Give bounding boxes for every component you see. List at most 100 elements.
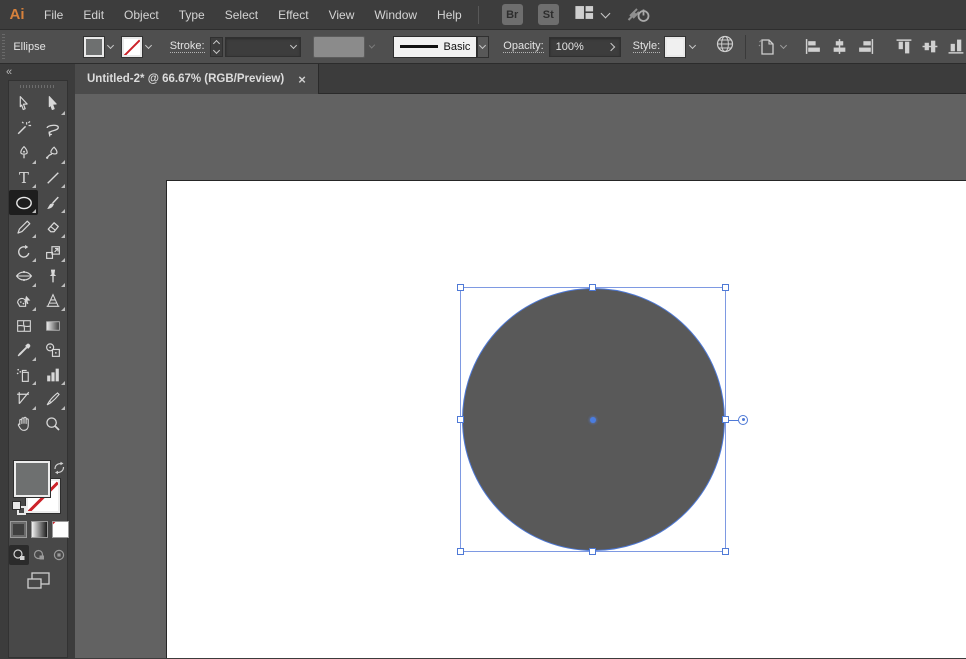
tool-magic-wand[interactable] [9,117,38,142]
menu-object[interactable]: Object [114,0,169,30]
tool-scale[interactable] [38,240,67,265]
profile-dropdown-button[interactable] [476,35,490,58]
tool-pen[interactable] [9,141,38,166]
align-center-button[interactable] [830,38,849,55]
bridge-button[interactable]: Br [501,4,523,25]
panel-grip[interactable] [2,33,6,60]
workspace-switcher[interactable] [575,5,611,25]
tool-puppet-warp[interactable] [38,264,67,289]
handle-bottom-left[interactable] [457,548,464,555]
handle-bottom-right[interactable] [722,548,729,555]
handle-top-right[interactable] [722,284,729,291]
stroke-none-swatch[interactable] [120,35,143,58]
tool-lasso[interactable] [38,117,67,142]
menu-window[interactable]: Window [364,0,427,30]
chevron-down-icon [145,41,153,50]
opacity-forward-button[interactable] [605,37,617,57]
color-mode-button[interactable] [10,521,27,538]
shape-center-point[interactable] [590,416,596,423]
chevron-down-icon [600,8,611,18]
gradient-mode-button[interactable] [31,521,48,538]
menu-edit[interactable]: Edit [73,0,114,30]
style-panel-link[interactable]: Style: [632,40,661,53]
align-top-button[interactable] [895,38,914,55]
tool-mesh[interactable] [9,313,38,338]
stepper-down-icon[interactable] [212,46,220,54]
menu-effect[interactable]: Effect [268,0,318,30]
style-dropdown[interactable] [664,35,699,58]
tool-width[interactable] [9,264,38,289]
tool-line-segment[interactable] [38,166,67,191]
handle-top-left[interactable] [457,284,464,291]
scale-icon [45,245,60,259]
align-vcenter-button[interactable] [921,38,940,55]
handle-top-middle[interactable] [589,284,596,291]
slice-knife-icon [46,392,60,406]
align-right-button[interactable] [856,38,875,55]
fill-color-dropdown[interactable] [82,35,118,58]
swap-fill-stroke-icon[interactable] [52,461,67,480]
none-mode-button[interactable] [52,521,69,538]
tool-symbol-sprayer[interactable] [9,363,38,388]
toolbar-grip[interactable] [20,85,56,88]
selection-bounding-box[interactable] [457,284,748,555]
brush-definition-dropdown[interactable] [313,35,366,58]
menu-file[interactable]: File [34,0,73,30]
align-bottom-button[interactable] [947,38,966,55]
tool-paintbrush[interactable] [38,190,67,215]
document-setup-globe[interactable] [715,34,735,59]
screen-mode-button[interactable] [26,571,52,596]
tool-shape-builder[interactable] [9,289,38,314]
tool-direct-selection[interactable] [38,92,67,117]
direct-selection-arrow-icon [48,96,57,111]
close-tab-icon[interactable]: × [298,72,306,87]
document-tab[interactable]: Untitled-2* @ 66.67% (RGB/Preview) × [75,64,319,94]
tool-hand[interactable] [9,412,38,437]
tool-pencil[interactable] [9,215,38,240]
width-profile-dropdown[interactable]: Basic [392,35,477,58]
default-fill-stroke-icon[interactable] [12,501,26,515]
tool-eyedropper[interactable] [9,338,38,363]
canvas-area[interactable] [75,94,966,658]
align-left-button[interactable] [804,38,823,55]
stroke-width-dropdown[interactable] [225,36,302,57]
stepper-up-icon[interactable] [212,39,220,47]
fill-swatch[interactable] [82,35,105,58]
stock-button[interactable]: St [537,4,559,25]
opacity-panel-link[interactable]: Opacity: [503,40,544,53]
tool-blend[interactable] [38,338,67,363]
tool-column-graph[interactable] [38,363,67,388]
tool-ellipse[interactable] [9,190,38,215]
handle-middle-left[interactable] [457,415,464,423]
tool-selection[interactable] [9,92,38,117]
stroke-panel-link[interactable]: Stroke: [169,40,205,53]
collapse-panel-button[interactable]: « [6,66,12,78]
tool-type[interactable]: T [9,166,38,191]
draw-inside-button[interactable] [49,545,69,565]
tool-zoom[interactable] [38,412,67,437]
handle-bottom-middle[interactable] [589,548,596,555]
menu-select[interactable]: Select [215,0,268,30]
menu-view[interactable]: View [319,0,365,30]
menu-help[interactable]: Help [427,0,472,30]
tool-rotate[interactable] [9,240,38,265]
tool-perspective-grid[interactable] [38,289,67,314]
menu-type[interactable]: Type [169,0,215,30]
stroke-width-stepper[interactable] [209,36,224,57]
artboard-options-button[interactable] [756,37,788,57]
gpu-performance-button[interactable] [627,5,651,24]
tool-curvature[interactable] [38,141,67,166]
opacity-field[interactable]: 100% [548,36,621,57]
draw-behind-button[interactable] [29,545,49,565]
tool-eraser[interactable] [38,215,67,240]
line-segment-icon [46,172,59,184]
style-swatch[interactable] [664,35,687,58]
tool-gradient[interactable] [38,313,67,338]
handle-middle-right[interactable] [722,415,729,423]
tool-slice[interactable] [38,387,67,412]
tool-artboard[interactable] [9,387,38,412]
stroke-color-dropdown[interactable] [120,35,156,58]
live-shape-rotate-widget[interactable] [738,414,748,425]
draw-normal-button[interactable] [9,545,29,565]
fill-color-swatch[interactable] [14,461,50,497]
